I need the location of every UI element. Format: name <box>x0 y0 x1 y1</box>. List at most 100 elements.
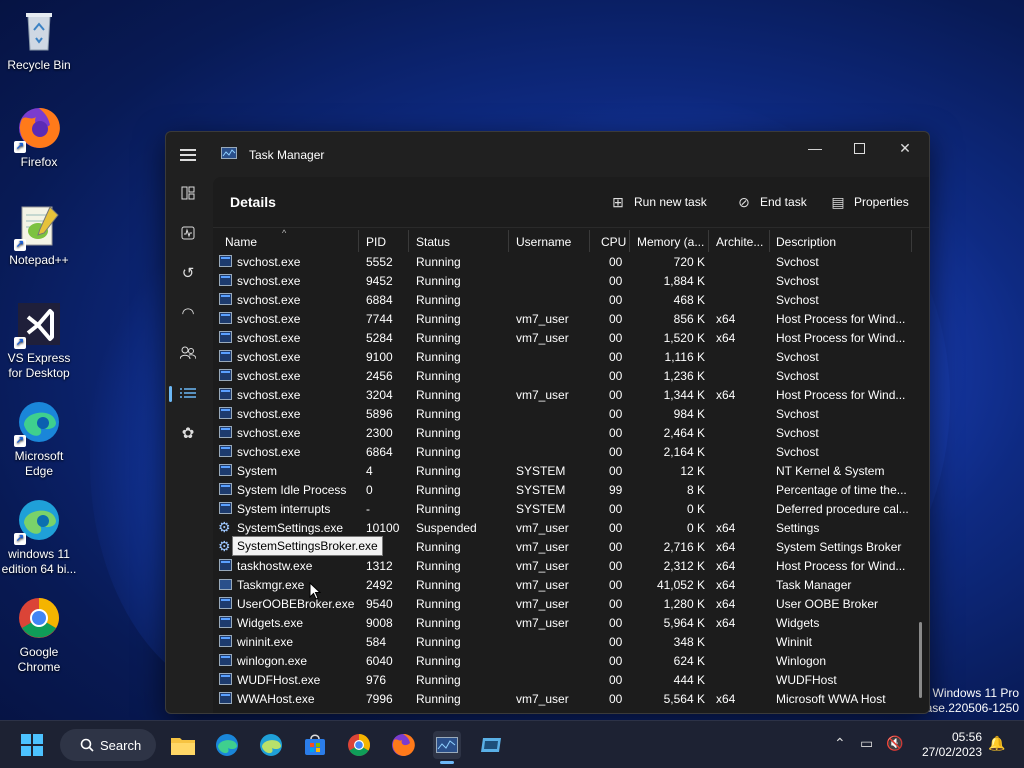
properties-button[interactable]: ▤ Properties <box>830 194 908 210</box>
cell-name: svchost.exe <box>237 331 301 345</box>
table-row[interactable]: svchost.exe 5284 Running vm7_user 00 1,520 K x… <box>213 329 913 348</box>
services-puzzle-icon: ✿ <box>181 425 195 442</box>
microsoft-store-icon <box>305 734 325 755</box>
desktop-icon-vs-express[interactable]: ↗ VS Express for Desktop <box>0 301 78 381</box>
taskbar-firefox[interactable] <box>389 731 417 759</box>
column-divider[interactable] <box>589 230 590 252</box>
title-bar[interactable]: Task Manager — ✕ <box>166 132 929 177</box>
start-button[interactable] <box>18 731 46 759</box>
column-divider[interactable] <box>358 230 359 252</box>
settings-gear-icon: ⚙ <box>218 538 231 554</box>
column-header-architecture[interactable]: Archite... <box>716 235 763 249</box>
notepad-plus-plus-icon: ↗ <box>14 203 62 251</box>
nav-startup-apps[interactable]: ◠ <box>177 302 199 324</box>
taskbar-edge[interactable] <box>213 731 241 759</box>
table-row[interactable]: wininit.exe 584 Running 00 348 K Wininit <box>213 633 913 652</box>
desktop-icon-recycle-bin[interactable]: Recycle Bin <box>0 8 78 73</box>
table-row[interactable]: System Idle Process 0 Running SYSTEM 99 8 K Pe… <box>213 481 913 500</box>
column-header-name[interactable]: Name <box>225 235 257 249</box>
nav-processes[interactable] <box>177 182 199 204</box>
cell-status: Running <box>416 597 461 611</box>
maximize-button[interactable] <box>836 134 882 162</box>
table-row[interactable]: Widgets.exe 9008 Running vm7_user 00 5,964 K x… <box>213 614 913 633</box>
desktop-icon-firefox[interactable]: ↗ Firefox <box>0 105 78 170</box>
desktop-icon-label: windows 11 edition 64 bi... <box>1 547 77 576</box>
run-new-task-button[interactable]: ⊞ Run new task <box>610 194 707 210</box>
cell-cpu: 99 <box>609 483 623 497</box>
column-header-cpu[interactable]: CPU <box>601 235 626 249</box>
sort-ascending-icon: ^ <box>282 228 287 238</box>
table-row[interactable]: svchost.exe 9452 Running 00 1,884 K Svchost <box>213 272 913 291</box>
chevron-up-icon: ⌃ <box>834 735 846 751</box>
taskbar-clock[interactable]: 05:56 27/02/2023 <box>922 730 982 760</box>
table-row[interactable]: svchost.exe 6864 Running 00 2,164 K Svchost <box>213 443 913 462</box>
column-header-description[interactable]: Description <box>776 235 836 249</box>
table-row[interactable]: winlogon.exe 6040 Running 00 624 K Winlogon <box>213 652 913 671</box>
cell-memory: 5,964 K <box>663 616 705 630</box>
table-row[interactable]: WUDFHost.exe 976 Running 00 444 K WUDFHost <box>213 671 913 690</box>
taskbar-app-generic[interactable] <box>477 731 505 759</box>
column-divider[interactable] <box>629 230 630 252</box>
column-header-memory[interactable]: Memory (a... <box>637 235 704 249</box>
table-row[interactable]: System interrupts - Running SYSTEM 00 0 K Defe… <box>213 500 913 519</box>
column-header-status[interactable]: Status <box>416 235 450 249</box>
column-header-username[interactable]: Username <box>516 235 571 249</box>
nav-details[interactable] <box>169 382 199 404</box>
cell-name: svchost.exe <box>237 350 301 364</box>
desktop-icon-notepad-plus-plus[interactable]: ↗ Notepad++ <box>0 203 78 268</box>
column-divider[interactable] <box>408 230 409 252</box>
close-button[interactable]: ✕ <box>882 134 928 162</box>
cell-pid: 9008 <box>366 616 393 630</box>
desktop-icon-edge[interactable]: ↗ Microsoft Edge <box>0 399 78 479</box>
cell-cpu: 00 <box>609 350 623 364</box>
table-row[interactable]: taskhostw.exe 1312 Running vm7_user 00 2,312 … <box>213 557 913 576</box>
column-divider[interactable] <box>508 230 509 252</box>
table-row[interactable]: svchost.exe 2300 Running 00 2,464 K Svchost <box>213 424 913 443</box>
table-row[interactable]: svchost.exe 5896 Running 00 984 K Svchost <box>213 405 913 424</box>
taskbar-search-box[interactable]: Search <box>60 729 156 761</box>
cell-username: vm7_user <box>516 312 569 326</box>
volume-muted-icon[interactable]: 🔇 <box>886 735 903 752</box>
column-header-pid[interactable]: PID <box>366 235 386 249</box>
table-row[interactable]: svchost.exe 6884 Running 00 468 K Svchost <box>213 291 913 310</box>
process-window-icon <box>219 559 232 571</box>
column-divider[interactable] <box>769 230 770 252</box>
cell-cpu: 00 <box>609 616 623 630</box>
vertical-scrollbar-thumb[interactable] <box>919 622 922 698</box>
process-window-icon <box>219 369 232 381</box>
table-row[interactable]: System 4 Running SYSTEM 00 12 K NT Kernel & Sy… <box>213 462 913 481</box>
desktop-icon-chrome[interactable]: Google Chrome <box>0 595 78 675</box>
hamburger-menu-icon[interactable] <box>178 146 198 164</box>
nav-performance[interactable] <box>177 222 199 244</box>
taskbar-task-manager[interactable] <box>433 731 461 764</box>
column-divider[interactable] <box>708 230 709 252</box>
end-task-button[interactable]: ⊘ End task <box>736 194 807 210</box>
table-row[interactable]: svchost.exe 9100 Running 00 1,116 K Svchost <box>213 348 913 367</box>
nav-app-history[interactable]: ↺ <box>177 262 199 284</box>
minimize-button[interactable]: — <box>792 134 838 162</box>
notifications-bell-icon[interactable]: 🔔 <box>988 735 1005 752</box>
column-divider[interactable] <box>911 230 912 252</box>
table-row[interactable]: svchost.exe 7744 Running vm7_user 00 856 K x64… <box>213 310 913 329</box>
nav-users[interactable] <box>177 342 199 364</box>
table-row[interactable]: svchost.exe 2456 Running 00 1,236 K Svchost <box>213 367 913 386</box>
cell-memory: 1,344 K <box>663 388 705 402</box>
taskbar-file-explorer[interactable] <box>169 731 197 759</box>
cell-status: Running <box>416 407 461 421</box>
clock-date: 27/02/2023 <box>921 745 982 759</box>
desktop-icon-label: Firefox <box>20 155 58 169</box>
cell-status: Running <box>416 483 461 497</box>
table-row[interactable]: svchost.exe 3204 Running vm7_user 00 1,344 K x… <box>213 386 913 405</box>
nav-services[interactable]: ✿ <box>177 422 199 444</box>
cell-name: WUDFHost.exe <box>237 673 321 687</box>
taskbar-edge-beta[interactable] <box>257 731 285 759</box>
taskbar-store[interactable] <box>301 731 329 759</box>
desktop-icon-windows11-edition[interactable]: ↗ windows 11 edition 64 bi... <box>0 497 78 577</box>
table-row[interactable]: WWAHost.exe 7996 Running vm7_user 00 5,564 K x… <box>213 690 913 709</box>
taskbar-chrome[interactable] <box>345 731 373 759</box>
table-header: ^ Name PID Status Username CPU Memory (a… <box>213 227 929 253</box>
show-hidden-icons-button[interactable]: ⌃ <box>834 735 846 752</box>
network-icon[interactable]: ▭ <box>860 735 873 752</box>
cell-name: svchost.exe <box>237 426 301 440</box>
table-row[interactable]: svchost.exe 5552 Running 00 720 K Svchost <box>213 253 913 272</box>
